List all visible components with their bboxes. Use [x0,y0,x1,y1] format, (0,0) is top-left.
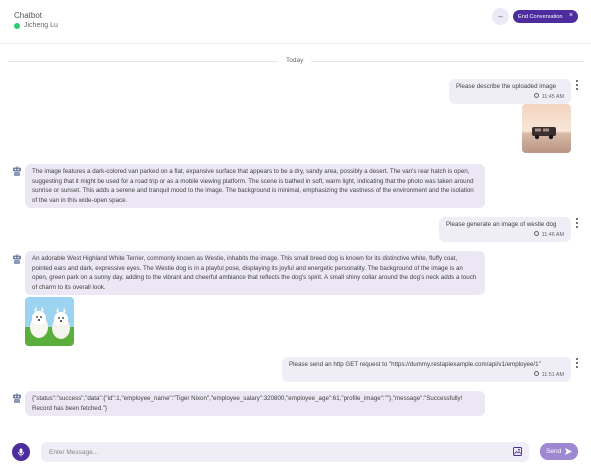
chat-header: Chatbot Jicheng Lu – End Conversation × [0,0,591,44]
microphone-icon [17,448,25,456]
user-message: Please send an http GET request to "http… [282,357,571,382]
generated-westie-image[interactable] [25,297,74,346]
clock-icon [533,371,539,377]
message-composer: Send [0,437,591,467]
minimize-icon: – [498,12,503,21]
bot-message: The image features a dark-colored van pa… [25,164,485,209]
date-separator-label: Today [278,57,312,64]
uploaded-van-image[interactable] [522,104,571,153]
image-upload-icon[interactable] [513,447,522,456]
minimize-button[interactable]: – [492,8,509,25]
message-text: {"status":"success","data":{"id":1,"empl… [32,395,463,412]
end-conversation-button[interactable]: End Conversation × [513,10,578,23]
user-info: Jicheng Lu [14,22,58,29]
message-text: The image features a dark-colored van pa… [32,168,474,204]
end-conversation-label: End Conversation [518,13,563,20]
message-time: 11:46 AM [446,231,564,239]
bot-avatar-icon [13,166,21,176]
message-text: An adorable West Highland White Terrier,… [32,255,477,291]
bot-message: {"status":"success","data":{"id":1,"empl… [25,391,485,417]
send-icon [565,448,572,455]
clock-icon [533,231,539,237]
message-time: 11:51 AM [289,371,564,379]
user-name: Jicheng Lu [24,22,58,29]
clock-icon [533,93,539,99]
app-title: Chatbot [14,11,43,20]
message-text: Please describe the uploaded image [456,83,557,90]
message-text: Please send an http GET request to "http… [289,361,541,368]
bot-message: An adorable West Highland White Terrier,… [25,251,485,296]
user-message: Please generate an image of westie dog 1… [439,217,571,242]
send-button[interactable]: Send [540,443,578,460]
message-time: 11:45 AM [456,93,564,101]
send-label: Send [546,448,562,455]
user-message: Please describe the uploaded image 11:45… [449,79,571,104]
message-options-icon[interactable] [574,218,580,228]
message-options-icon[interactable] [574,358,580,368]
message-input[interactable] [41,442,529,462]
microphone-button[interactable] [12,443,30,461]
close-icon: × [568,12,573,19]
bot-avatar-icon [13,254,21,264]
online-status-dot [14,22,20,29]
bot-avatar-icon [13,393,21,403]
message-text: Please generate an image of westie dog [446,221,557,228]
message-options-icon[interactable] [574,80,580,90]
